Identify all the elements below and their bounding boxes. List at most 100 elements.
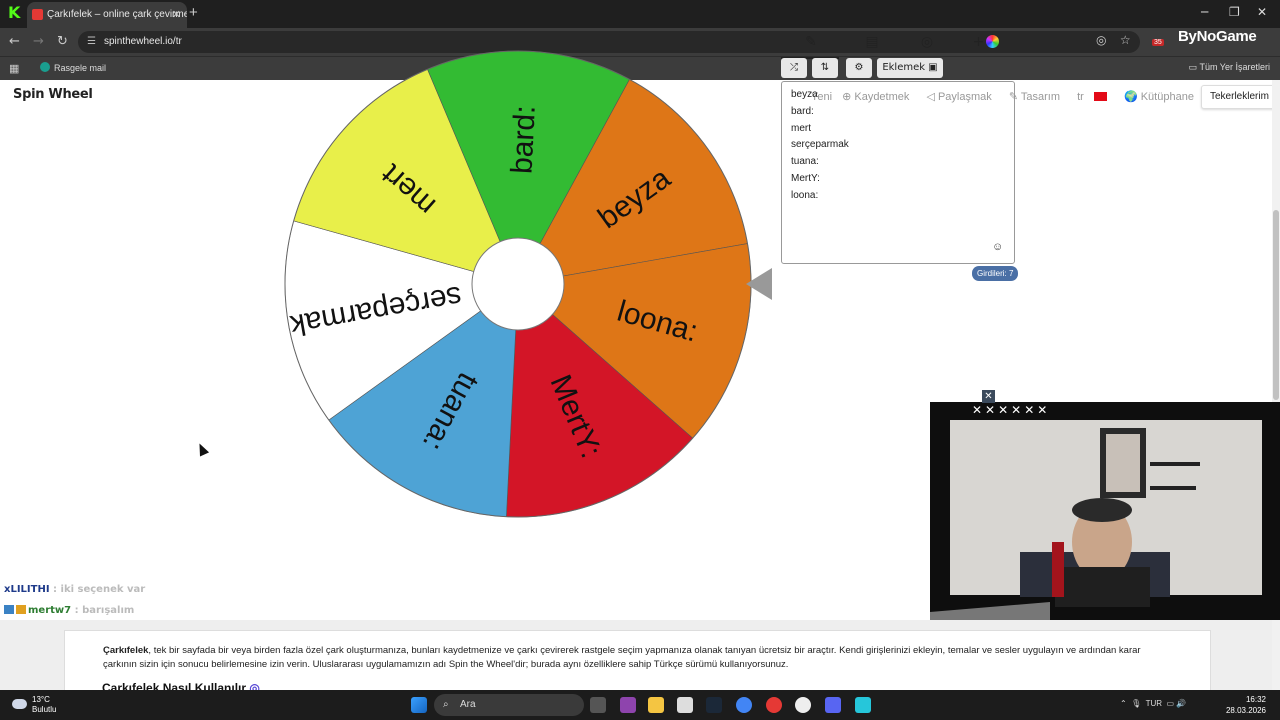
minimize-icon[interactable]: ─ xyxy=(1201,5,1208,19)
emoji-icon[interactable]: ☺ xyxy=(992,241,1003,253)
browser-tab-bar: K Çarkıfelek – online çark çevirme ✕ + ─… xyxy=(0,0,1280,28)
new-tab-icon[interactable]: + xyxy=(189,4,198,21)
app-icon[interactable] xyxy=(677,697,693,713)
webcam-overlay xyxy=(930,402,1280,620)
entry-line: bard: xyxy=(791,105,814,117)
clock-time: 16:32 xyxy=(1245,695,1266,704)
maximize-icon[interactable]: ❐ xyxy=(1229,5,1240,19)
discord-icon[interactable] xyxy=(825,697,841,713)
search-icon: ⌕ xyxy=(443,699,449,710)
edit-tab-pencil-icon[interactable]: ✎ xyxy=(801,34,821,56)
reload-icon[interactable]: ↻ xyxy=(57,34,68,49)
entry-line: beyza xyxy=(791,89,818,100)
app-icon[interactable] xyxy=(620,697,636,713)
description-lead: Çarkıfelek xyxy=(103,645,149,656)
eye-off-icon[interactable]: ◎ xyxy=(1096,33,1106,47)
sort-icon[interactable]: ⇅ xyxy=(812,58,838,78)
nav-library[interactable]: 🌍 Kütüphane xyxy=(1124,91,1201,103)
weather-widget[interactable]: 13°C Bulutlu xyxy=(12,695,56,715)
windows-start-icon[interactable] xyxy=(411,697,427,713)
wheel-segment-label: bard: xyxy=(505,105,541,175)
bookmark-rasgele-mail[interactable]: Rasgele mail xyxy=(40,62,106,73)
nav-language-label: tr xyxy=(1077,91,1084,103)
notepad-icon[interactable] xyxy=(855,697,871,713)
description-text: , tek bir sayfada bir veya birden fazla … xyxy=(103,645,1141,670)
chat-user: mertw7 xyxy=(28,605,72,616)
chat-user: xLILITHI xyxy=(4,584,50,595)
close-window-icon[interactable]: ✕ xyxy=(1257,5,1267,19)
nav-library-label: Kütüphane xyxy=(1140,91,1194,103)
task-view-icon[interactable] xyxy=(590,697,606,713)
app-icon[interactable] xyxy=(795,697,811,713)
webcam-decoration: ✕✕✕✕✕✕ xyxy=(972,403,1051,417)
file-explorer-icon[interactable] xyxy=(648,697,664,713)
browser-tab[interactable]: Çarkıfelek – online çark çevirme ✕ xyxy=(27,2,187,28)
bynogame-watermark: ByNoGame xyxy=(1178,28,1257,45)
add-image-label: Eklemek xyxy=(882,62,926,73)
turkey-flag-icon xyxy=(1093,92,1107,101)
forward-icon[interactable]: → xyxy=(33,34,44,49)
overlay-close-icon[interactable]: ✕ xyxy=(982,390,995,403)
webcam-image xyxy=(930,402,1280,620)
scrollbar-thumb[interactable] xyxy=(1273,210,1279,400)
add-image-button[interactable]: Eklemek ▣ xyxy=(877,58,943,78)
steam-icon[interactable] xyxy=(706,697,722,713)
entry-line: mert xyxy=(791,122,811,134)
site-logo[interactable]: Spin Wheel xyxy=(13,87,93,102)
all-bookmarks[interactable]: ▭ Tüm Yer İşaretleri xyxy=(1189,62,1270,73)
entry-line: tuana: xyxy=(791,156,819,168)
nav-design-label: Tasarım xyxy=(1020,91,1061,103)
tab-results-clipboard-icon[interactable]: ▤ xyxy=(859,34,885,56)
back-icon[interactable]: ← xyxy=(9,34,20,49)
spin-wheel[interactable]: beyzaloona:MertY:tuana:serçeparmakmertba… xyxy=(283,49,753,519)
nav-design[interactable]: ✎ Tasarım xyxy=(1009,91,1067,103)
tab-hidden-eye-icon[interactable]: ◎ xyxy=(917,34,937,56)
site-info-icon[interactable]: ☰ xyxy=(87,31,96,53)
extension-badge[interactable]: 35 xyxy=(1151,39,1164,46)
taskbar-search[interactable]: ⌕ Ara xyxy=(434,694,584,716)
windows-taskbar: 13°C Bulutlu ⌕ Ara ⌃ 🎙 TUR ▭ 🔊 16:32 28.03.… xyxy=(0,690,1280,720)
clock-date: 28.03.2026 xyxy=(1225,706,1266,715)
color-wheel-icon xyxy=(986,35,1000,48)
chat-message: xLILITHI : iki seçenek var xyxy=(4,584,145,595)
site-favicon xyxy=(32,9,43,20)
tab-close-icon[interactable]: ✕ xyxy=(172,2,181,28)
clock[interactable]: 16:32 28.03.2026 xyxy=(1226,694,1266,716)
folder-icon: ▭ xyxy=(1188,62,1200,72)
chat-badge-icon xyxy=(16,605,26,614)
entries-textarea[interactable]: beyza bard: mert serçeparmak tuana: MertY: loo… xyxy=(781,81,1015,264)
chat-badge-icon xyxy=(4,605,14,614)
bookmark-icon xyxy=(40,62,50,72)
all-bookmarks-label: Tüm Yer İşaretleri xyxy=(1199,62,1270,72)
chat-message: mertw7 : barışalım xyxy=(4,605,134,616)
app-icon[interactable] xyxy=(766,697,782,713)
entry-line: serçeparmak xyxy=(791,139,849,151)
tab-title: Çarkıfelek – online çark çevirme xyxy=(47,9,187,20)
chrome-icon[interactable] xyxy=(736,697,752,713)
language-indicator[interactable]: TUR xyxy=(1146,699,1162,708)
shuffle-icon[interactable]: ⤮ xyxy=(781,58,807,78)
chat-text: : iki seçenek var xyxy=(53,584,146,595)
system-tray: ⌃ 🎙 TUR ▭ 🔊 xyxy=(1120,699,1187,708)
wheel-pointer xyxy=(746,268,772,300)
entries-count-badge: Girdileri: 7 xyxy=(972,266,1019,281)
editor-tabs: ✎ ▤ ◎ + xyxy=(781,34,1015,58)
weather-desc: Bulutlu xyxy=(32,705,57,714)
chat-text: : barışalım xyxy=(74,605,135,616)
search-label: Ara xyxy=(460,699,476,710)
apps-grid-icon[interactable]: ▦ xyxy=(9,62,19,75)
extension-icons: ◎ ☆ 35 xyxy=(1096,33,1164,47)
url-text: spinthewheel.io/tr xyxy=(104,36,182,47)
kick-app-icon[interactable]: K xyxy=(8,3,24,22)
bookmark-label: Rasgele mail xyxy=(54,63,107,73)
entry-line: loona: xyxy=(791,189,819,201)
wheel-hub[interactable] xyxy=(471,237,565,331)
cloud-icon xyxy=(12,699,27,709)
weather-temp: 13°C xyxy=(32,695,50,704)
my-wheels-button[interactable]: Tekerleklerim xyxy=(1201,85,1278,109)
nav-language[interactable]: tr xyxy=(1077,91,1114,103)
entry-line: MertY: xyxy=(791,172,820,184)
settings-gear-icon[interactable]: ⚙ xyxy=(846,58,872,78)
tab-add-wheel-icon[interactable]: + xyxy=(971,34,1001,56)
star-icon[interactable]: ☆ xyxy=(1120,33,1131,47)
